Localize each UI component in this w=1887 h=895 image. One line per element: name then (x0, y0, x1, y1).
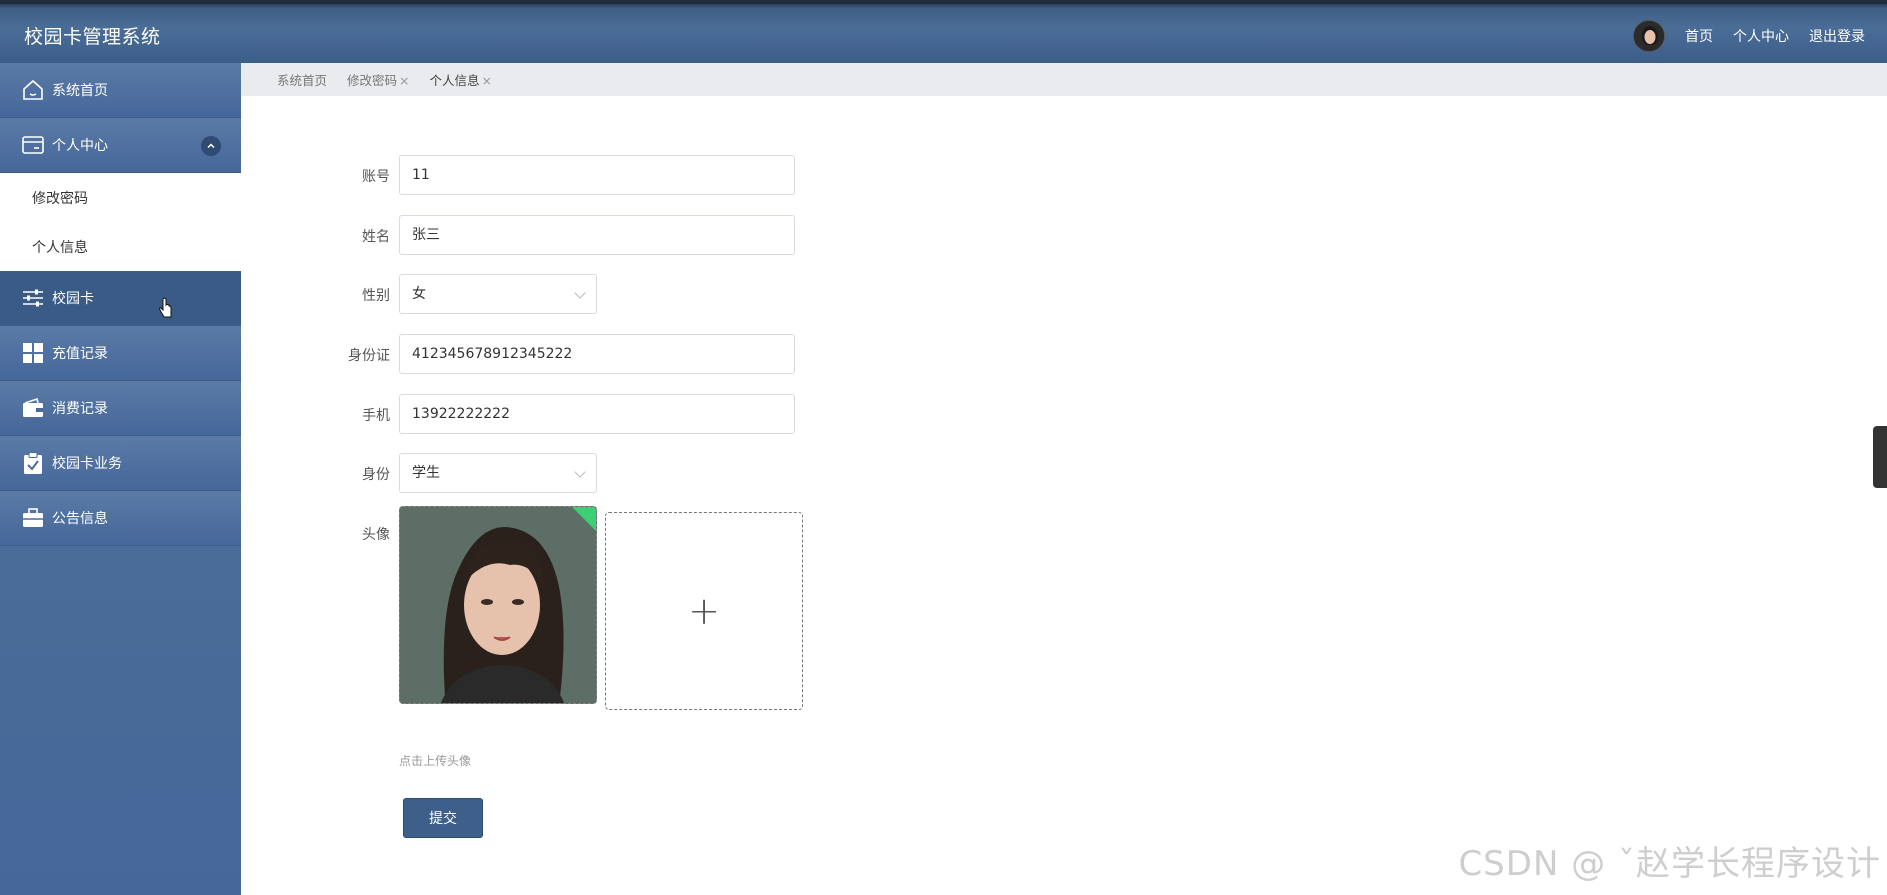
chevron-down-icon (574, 466, 586, 478)
avatar-upload-button[interactable]: + (605, 512, 803, 710)
id-card-label: 身份证 (348, 348, 390, 364)
chevron-up-icon[interactable] (201, 136, 221, 156)
sidebar: 系统首页 个人中心 修改密码 个人信息 校园卡 充值记录 消费记录 校园卡业务 … (0, 63, 241, 895)
avatar-label: 头像 (362, 527, 390, 543)
tab-home[interactable]: 系统首页 (277, 70, 327, 89)
gender-label: 性别 (362, 288, 390, 304)
gender-select-value: 女 (412, 286, 426, 302)
header-nav: 首页 个人中心 退出登录 (1633, 20, 1865, 52)
card-icon (20, 132, 46, 158)
app-title: 校园卡管理系统 (24, 26, 161, 48)
tab-label: 个人信息 (429, 73, 480, 88)
sliders-icon (20, 285, 46, 311)
avatar-upload-hint: 点击上传头像 (399, 754, 472, 768)
gender-select[interactable]: 女 (399, 274, 597, 314)
plus-icon: + (688, 589, 720, 633)
sidebar-item-recharge-records[interactable]: 充值记录 (0, 326, 241, 381)
sidebar-item-consumption-records[interactable]: 消费记录 (0, 381, 241, 436)
sidebar-item-change-password[interactable]: 修改密码 (0, 173, 241, 222)
name-label: 姓名 (362, 229, 390, 245)
account-label: 账号 (362, 169, 390, 185)
avatar-photo[interactable] (399, 506, 597, 704)
briefcase-icon (20, 505, 46, 531)
chevron-down-icon (574, 287, 586, 299)
sidebar-item-label: 系统首页 (52, 83, 108, 99)
grid-icon (20, 340, 46, 366)
header-profile-link[interactable]: 个人中心 (1733, 26, 1789, 46)
account-field[interactable]: 11 (399, 155, 795, 195)
home-icon (20, 77, 46, 103)
tab-label: 修改密码 (347, 73, 398, 88)
top-header: 校园卡管理系统 首页 个人中心 退出登录 (0, 0, 1887, 63)
identity-select-value: 学生 (412, 465, 440, 481)
phone-label: 手机 (362, 408, 390, 424)
sidebar-item-label: 消费记录 (52, 401, 108, 417)
close-icon[interactable]: × (482, 73, 492, 88)
sidebar-item-home[interactable]: 系统首页 (0, 63, 241, 118)
sidebar-item-announcements[interactable]: 公告信息 (0, 491, 241, 546)
side-drawer-handle[interactable] (1873, 426, 1887, 488)
id-card-field[interactable]: 412345678912345222 (399, 334, 795, 374)
tab-change-password[interactable]: 修改密码 × (347, 70, 410, 89)
sidebar-item-label: 校园卡业务 (52, 456, 122, 472)
sidebar-item-card-business[interactable]: 校园卡业务 (0, 436, 241, 491)
sidebar-item-label: 个人中心 (52, 138, 108, 154)
sidebar-item-label: 公告信息 (52, 511, 108, 527)
close-icon[interactable]: × (399, 73, 409, 88)
sidebar-item-label: 充值记录 (52, 346, 108, 362)
sidebar-item-label: 校园卡 (52, 291, 94, 307)
watermark: CSDN @ ˇ赵学长程序设计 (1458, 844, 1881, 884)
name-field[interactable]: 张三 (399, 215, 795, 255)
identity-select[interactable]: 学生 (399, 453, 597, 493)
phone-field[interactable]: 13922222222 (399, 394, 795, 434)
wallet-icon (20, 395, 46, 421)
header-home-link[interactable]: 首页 (1685, 26, 1713, 46)
tabs-bar: 系统首页 修改密码 × 个人信息 × (241, 63, 1887, 96)
mouse-cursor-icon (158, 297, 174, 323)
submit-button[interactable]: 提交 (403, 798, 483, 838)
sidebar-item-personal-info[interactable]: 个人信息 (0, 222, 241, 271)
header-logout-link[interactable]: 退出登录 (1809, 26, 1865, 46)
main-content: 账号 11 姓名 张三 性别 女 身份证 412345678912345222 … (241, 96, 1887, 895)
user-avatar[interactable] (1633, 20, 1665, 52)
tab-personal-info[interactable]: 个人信息 × (430, 70, 493, 89)
sidebar-item-profile-center[interactable]: 个人中心 (0, 118, 241, 173)
clipboard-check-icon (20, 450, 46, 476)
tab-label: 系统首页 (277, 73, 328, 88)
identity-label: 身份 (362, 467, 390, 483)
sidebar-item-campus-card[interactable]: 校园卡 (0, 271, 241, 326)
profile-submenu: 修改密码 个人信息 (0, 173, 241, 271)
